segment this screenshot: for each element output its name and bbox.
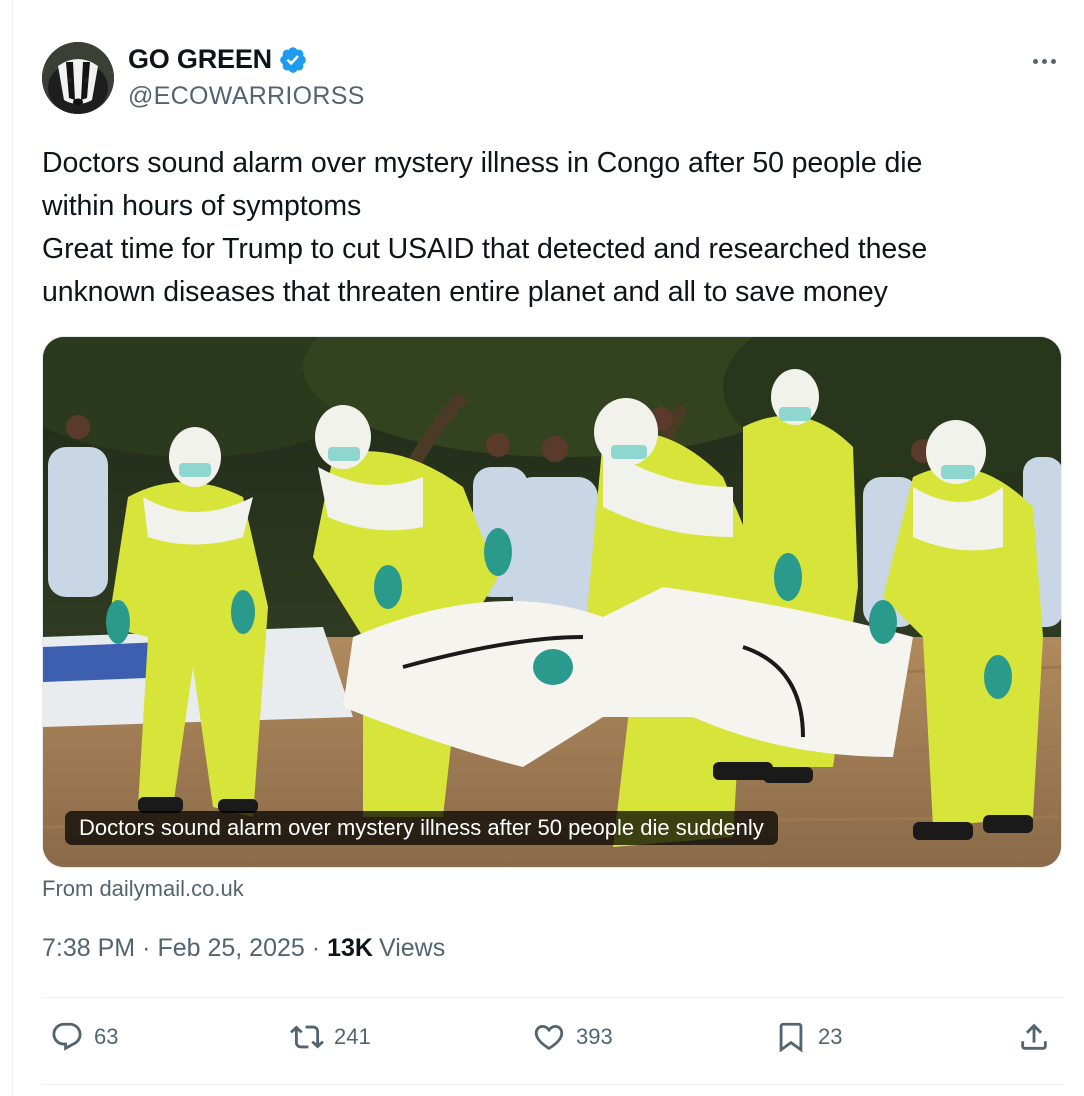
- heart-icon: [534, 1024, 564, 1050]
- reply-count: 63: [94, 1024, 119, 1049]
- reply-icon: [52, 1022, 82, 1051]
- meta-separator: ·: [142, 934, 151, 962]
- tweet-text: Doctors sound alarm over mystery illness…: [42, 142, 1042, 314]
- bookmark-icon: [779, 1022, 803, 1053]
- share-button[interactable]: [1017, 1020, 1051, 1054]
- badger-avatar-image: [42, 42, 114, 114]
- more-options-button[interactable]: [1024, 46, 1064, 76]
- tweet-text-line: Great time for Trump to cut USAID that d…: [42, 233, 928, 265]
- views-label: Views: [378, 934, 446, 962]
- divider: [42, 1084, 1064, 1085]
- share-icon: [1021, 1023, 1047, 1050]
- author-handle[interactable]: @ECOWARRIORSS: [128, 82, 365, 111]
- avatar[interactable]: [42, 42, 114, 114]
- tweet-text-line: within hours of symptoms: [42, 190, 362, 222]
- timeline-border: [12, 0, 13, 1096]
- repost-count: 241: [334, 1024, 371, 1049]
- tweet-date[interactable]: Feb 25, 2025: [157, 934, 304, 963]
- action-bar: 63 241 393 23: [42, 1020, 1064, 1068]
- display-name[interactable]: GO GREEN: [128, 44, 272, 75]
- link-card[interactable]: Doctors sound alarm over mystery illness…: [42, 336, 1062, 868]
- card-source-link[interactable]: From dailymail.co.uk: [42, 876, 244, 902]
- repost-icon: [290, 1025, 324, 1049]
- meta-separator: ·: [311, 934, 321, 962]
- tweet-time[interactable]: 7:38 PM: [42, 934, 135, 963]
- verified-badge-icon[interactable]: [278, 45, 308, 75]
- like-button[interactable]: 393: [532, 1020, 613, 1054]
- like-count: 393: [576, 1024, 613, 1049]
- bookmark-button[interactable]: 23: [774, 1020, 842, 1054]
- tweet-meta: 7:38 PM · Feb 25, 2025 · 13K Views: [42, 934, 445, 963]
- repost-button[interactable]: 241: [290, 1020, 371, 1054]
- card-image: [43, 337, 1061, 867]
- author-name-row: GO GREEN: [128, 44, 308, 75]
- tweet: GO GREEN @ECOWARRIORSS Doctors sound ala…: [42, 0, 1064, 1096]
- views-count: 13K: [327, 934, 373, 962]
- bookmark-count: 23: [818, 1024, 843, 1049]
- more-icon: [1032, 58, 1038, 64]
- tweet-text-line: Doctors sound alarm over mystery illness…: [42, 147, 923, 179]
- divider: [42, 997, 1064, 998]
- tweet-text-line: unknown diseases that threaten entire pl…: [42, 276, 888, 308]
- card-caption: Doctors sound alarm over mystery illness…: [65, 811, 778, 845]
- reply-button[interactable]: 63: [50, 1020, 118, 1054]
